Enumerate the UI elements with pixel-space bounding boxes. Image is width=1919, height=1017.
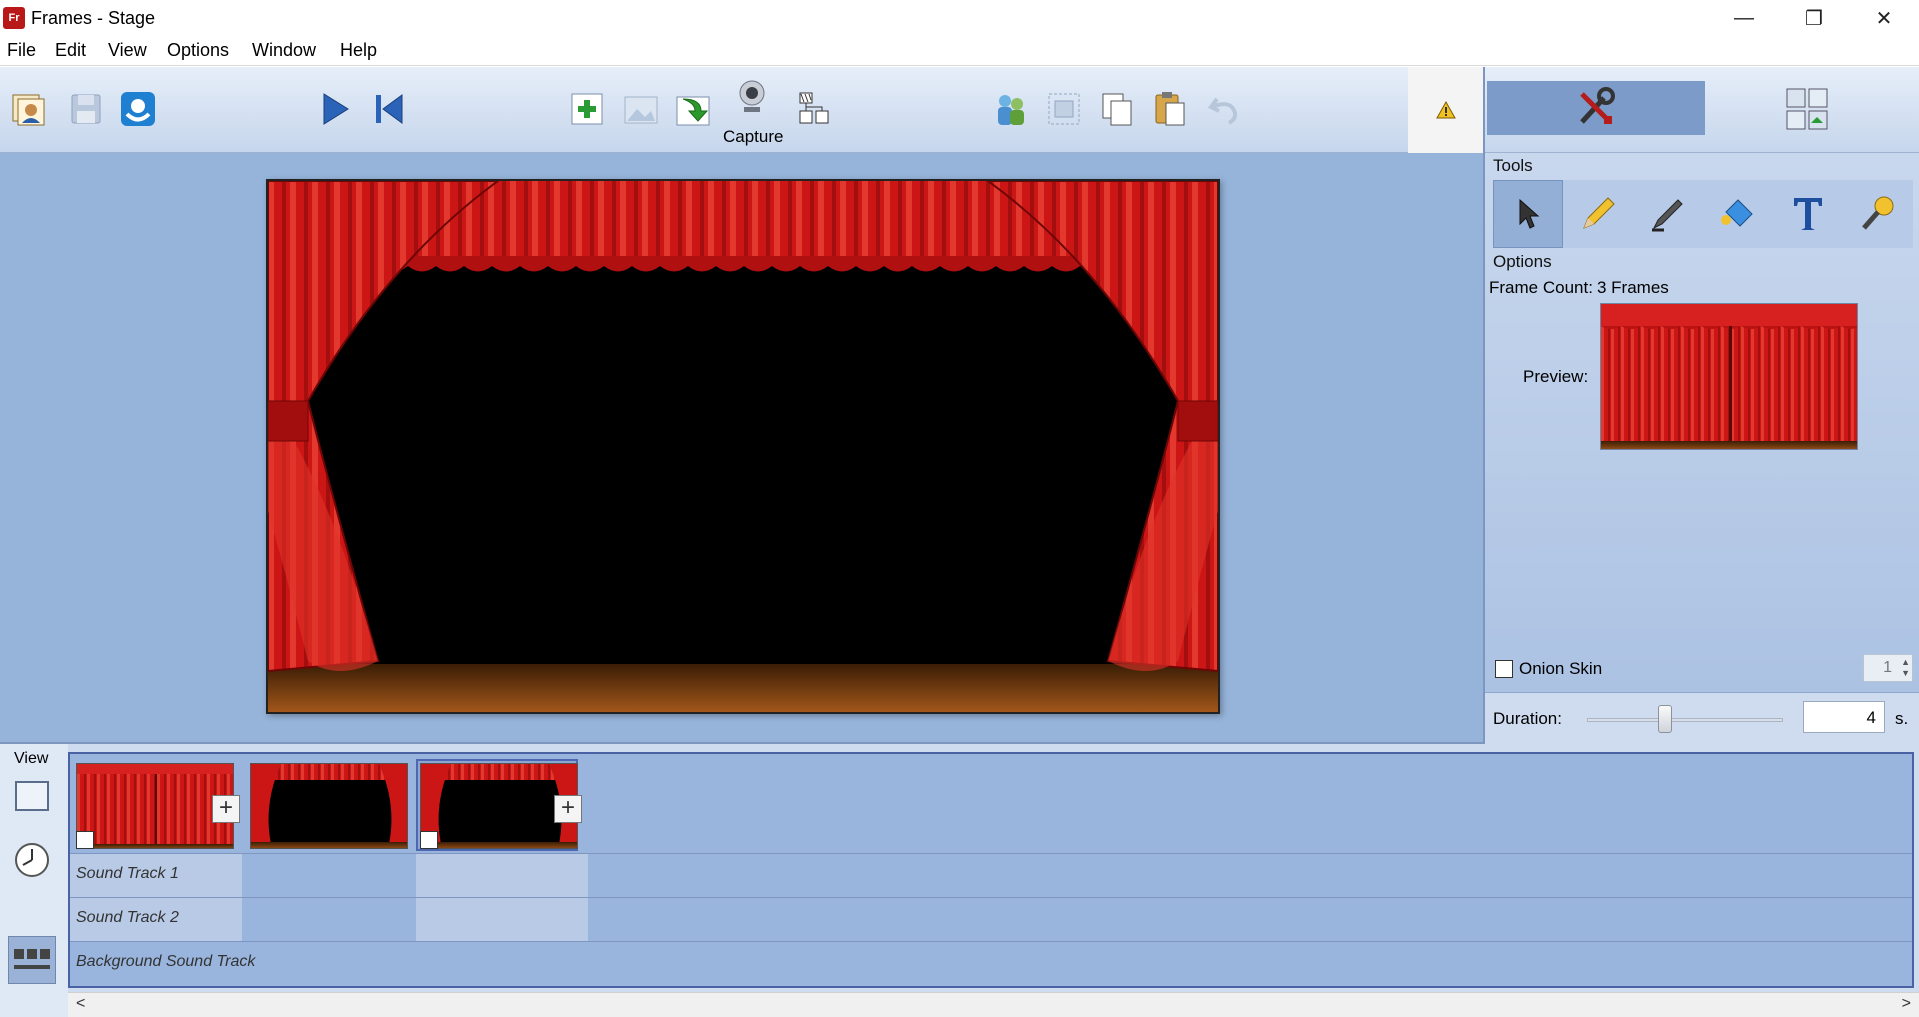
add-transition-button[interactable]: + (554, 795, 582, 823)
onion-skin-label: Onion Skin (1519, 659, 1603, 678)
track-segment (416, 898, 588, 941)
microphone-icon[interactable] (1843, 180, 1913, 248)
duration-area: Duration: 4 s. (1485, 692, 1919, 744)
save-icon[interactable] (64, 87, 108, 131)
onion-skin-checkbox[interactable] (1495, 660, 1513, 678)
sound-track-1-row[interactable]: Sound Track 1 (70, 854, 1912, 898)
clapperboard-icon (420, 831, 438, 849)
menu-help[interactable]: Help (340, 40, 377, 61)
clapperboard-icon (76, 831, 94, 849)
single-view-icon[interactable] (8, 772, 56, 820)
frame-strip: + + (70, 754, 1912, 854)
app-logo-icon: Fr (3, 7, 25, 29)
horizontal-scrollbar[interactable]: < > (68, 992, 1919, 1017)
pen-icon[interactable] (1633, 180, 1703, 248)
select-arrow-icon[interactable] (1493, 180, 1563, 248)
tools-wrench-icon (1580, 87, 1615, 124)
layout-grid-icon (1786, 88, 1828, 130)
menu-edit[interactable]: Edit (55, 40, 86, 61)
text-tool-icon[interactable] (1773, 180, 1843, 248)
clock-icon[interactable] (8, 836, 56, 884)
duration-slider-track[interactable] (1587, 718, 1783, 722)
share-icon[interactable] (116, 87, 160, 131)
preview-image (1600, 303, 1858, 450)
title-bar: Fr Frames - Stage — ❐ ✕ (0, 0, 1919, 36)
frame-image (250, 763, 408, 849)
sound-track-2-label: Sound Track 2 (76, 909, 179, 926)
duration-slider-thumb[interactable] (1658, 705, 1672, 733)
timeline-panel: View + + Sound Track 1 Sound Track 2 Bac… (0, 744, 1919, 1017)
options-title: Options (1493, 252, 1552, 271)
capture-label[interactable]: Capture (723, 127, 783, 147)
import-icon[interactable] (671, 87, 715, 131)
webcam-icon[interactable] (730, 75, 774, 119)
film-frames-icon[interactable] (792, 87, 836, 131)
window-title: Frames - Stage (31, 8, 156, 28)
frame-count-label: Frame Count: (1489, 278, 1593, 297)
paste-icon[interactable] (1148, 87, 1192, 131)
frame-count-value: 3 Frames (1597, 278, 1669, 297)
tools-title: Tools (1493, 156, 1533, 175)
frame-thumbnail-1[interactable]: + (72, 759, 240, 851)
background-sound-track-label: Background Sound Track (76, 953, 256, 970)
timeline-tracks: + + Sound Track 1 Sound Track 2 Backgrou… (68, 752, 1914, 988)
duration-input[interactable]: 4 (1803, 701, 1885, 733)
restore-button[interactable]: ❐ (1779, 0, 1849, 36)
menu-file[interactable]: File (7, 40, 36, 61)
preview-label: Preview: (1523, 367, 1589, 386)
tools-row (1493, 180, 1913, 248)
warning-icon[interactable] (1435, 100, 1456, 120)
add-transition-button[interactable]: + (212, 795, 240, 823)
stage-canvas[interactable] (266, 179, 1220, 714)
minimize-button[interactable]: — (1709, 0, 1779, 36)
menu-bar: File Edit View Options Window Help (0, 36, 1919, 66)
frame-image (76, 763, 234, 849)
duration-label: Duration: (1493, 709, 1562, 728)
pencil-icon[interactable] (1563, 180, 1633, 248)
storyboard-view-icon[interactable] (8, 936, 56, 984)
view-label: View (14, 750, 49, 767)
stepper-arrows-icon[interactable]: ▲ ▼ (1901, 657, 1910, 679)
onion-skin-value: 1 (1883, 659, 1892, 676)
background-sound-track-row[interactable]: Background Sound Track (70, 942, 1912, 986)
frame-thumbnail-2[interactable] (246, 759, 408, 851)
duration-unit: s. (1895, 709, 1909, 728)
track-segment (416, 854, 588, 897)
select-frame-icon[interactable] (1042, 87, 1086, 131)
menu-view[interactable]: View (108, 40, 147, 61)
onion-skin-stepper[interactable]: 1 ▲ ▼ (1863, 654, 1913, 682)
copy-icon[interactable] (1095, 87, 1139, 131)
add-frame-icon[interactable] (565, 87, 609, 131)
stage-area (0, 153, 1483, 744)
sound-track-2-row[interactable]: Sound Track 2 (70, 898, 1912, 942)
main-toolbar: Capture (0, 67, 1483, 153)
scroll-left-icon[interactable]: < (76, 995, 85, 1013)
import-image-icon[interactable] (619, 87, 663, 131)
scroll-right-icon[interactable]: > (1902, 995, 1911, 1013)
right-panel: Tools Options Frame Count: 3 Frames Prev… (1483, 67, 1919, 744)
warning-area (1408, 67, 1483, 153)
view-column: View (0, 744, 68, 1017)
sound-track-1-label: Sound Track 1 (76, 865, 179, 882)
play-icon[interactable] (313, 87, 357, 131)
rewind-icon[interactable] (367, 87, 411, 131)
frame-thumbnail-3[interactable]: + (416, 759, 582, 851)
menu-options[interactable]: Options (167, 40, 229, 61)
undo-icon[interactable] (1203, 87, 1247, 131)
menu-window[interactable]: Window (252, 40, 316, 61)
panel-tabs (1485, 67, 1919, 153)
fill-bucket-icon[interactable] (1703, 180, 1773, 248)
stage-curtain-image (268, 181, 1218, 712)
layout-tab[interactable] (1785, 87, 1829, 131)
tools-tab[interactable] (1487, 81, 1705, 135)
open-photos-icon[interactable] (8, 87, 52, 131)
close-button[interactable]: ✕ (1849, 0, 1919, 36)
users-icon[interactable] (988, 87, 1032, 131)
